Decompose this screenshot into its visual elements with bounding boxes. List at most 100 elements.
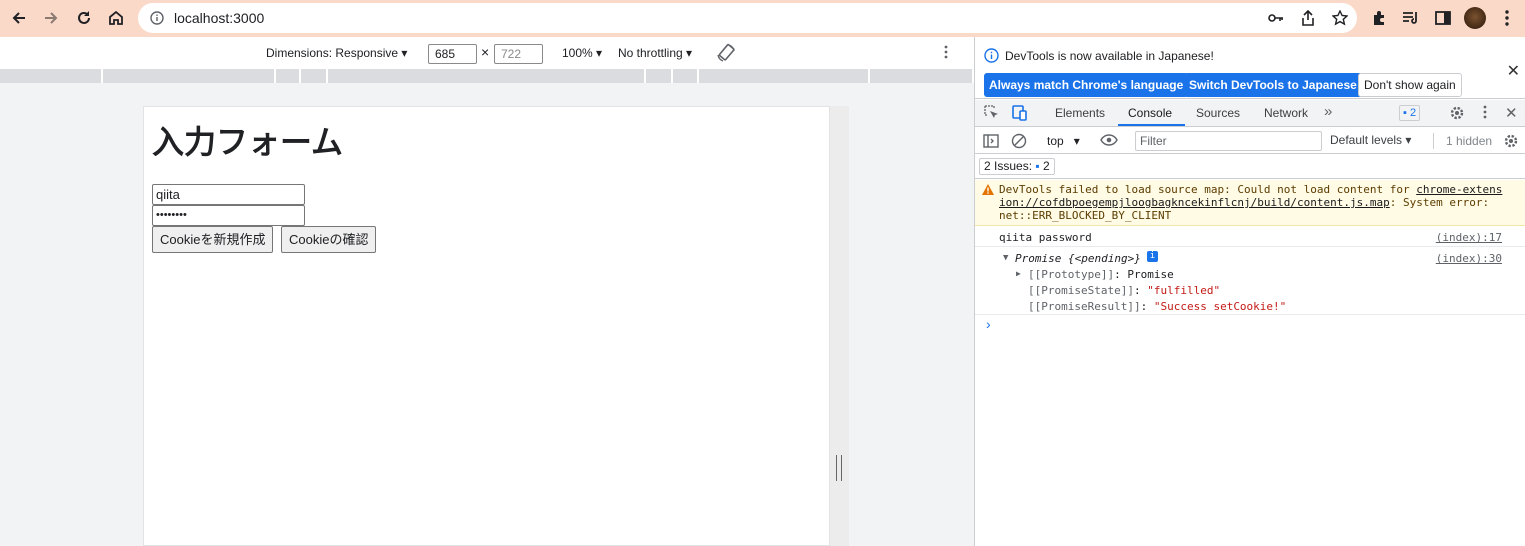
- match-language-button[interactable]: Always match Chrome's language: [984, 73, 1189, 97]
- issues-label: 2 Issues:: [984, 159, 1033, 173]
- reload-button[interactable]: [68, 2, 100, 34]
- dropdown-arrow-icon: ▾: [1073, 134, 1080, 148]
- inspect-element-icon[interactable]: [984, 105, 1000, 124]
- issues-badge[interactable]: ▪ 2: [1399, 105, 1421, 121]
- dimensions-label: Dimensions: Responsive: [266, 46, 399, 60]
- close-devtools-icon[interactable]: ✕: [1505, 104, 1518, 122]
- key-icon[interactable]: [1265, 8, 1287, 28]
- media-query-segment[interactable]: [299, 69, 301, 83]
- source-map-link-continued[interactable]: ion://cofdbpoegempjloogbagkncekinflcnj/b…: [999, 196, 1390, 209]
- promise-label[interactable]: Promise {<pending>}: [1015, 252, 1141, 265]
- forward-button[interactable]: [35, 2, 67, 34]
- url-text: localhost:3000: [174, 10, 265, 26]
- username-input[interactable]: qiita: [152, 184, 305, 205]
- resize-handle[interactable]: [836, 455, 842, 481]
- more-tabs-icon[interactable]: »: [1324, 103, 1332, 120]
- media-query-segment[interactable]: [274, 69, 276, 83]
- tab-elements[interactable]: Elements: [1055, 106, 1105, 120]
- device-toggle-icon[interactable]: [1010, 105, 1028, 124]
- device-more-icon[interactable]: [944, 45, 948, 62]
- source-link[interactable]: (index):30: [1436, 252, 1502, 265]
- tab-network[interactable]: Network: [1264, 106, 1308, 120]
- sidebar-toggle-icon[interactable]: [983, 133, 999, 152]
- media-query-segment[interactable]: [671, 69, 673, 83]
- dont-show-again-button[interactable]: Don't show again: [1358, 73, 1462, 97]
- extensions-icon[interactable]: [1367, 4, 1391, 32]
- info-icon[interactable]: [150, 11, 164, 25]
- state-value: "fulfilled": [1147, 284, 1221, 297]
- profile-avatar[interactable]: [1463, 4, 1487, 32]
- device-toolbar: Dimensions: Responsive ▾ 685 × 722 100% …: [0, 40, 975, 68]
- back-button[interactable]: [3, 2, 35, 34]
- browser-toolbar: localhost:3000: [0, 0, 1525, 37]
- warning-triangle-icon: [982, 184, 994, 198]
- media-query-segment[interactable]: [101, 69, 103, 83]
- back-arrow-icon: [12, 12, 25, 24]
- close-icon[interactable]: ✕: [1507, 61, 1520, 81]
- settings-gear-icon[interactable]: [1449, 105, 1465, 124]
- create-cookie-button[interactable]: Cookieを新規作成: [152, 226, 274, 253]
- tab-console[interactable]: Console: [1128, 106, 1172, 120]
- source-link[interactable]: (index):17: [1436, 231, 1502, 244]
- media-query-bar[interactable]: [0, 69, 972, 83]
- media-control-icon[interactable]: [1399, 4, 1423, 32]
- password-input[interactable]: ••••••••: [152, 205, 305, 226]
- media-query-segment[interactable]: [326, 69, 328, 83]
- devtools-menu-icon[interactable]: [1483, 105, 1487, 122]
- promise-result-row: [[PromiseResult]]: "Success setCookie!": [1028, 300, 1287, 313]
- expand-triangle-icon[interactable]: ▼: [1003, 253, 1008, 263]
- log-levels-dropdown[interactable]: Default levels ▾: [1330, 133, 1411, 147]
- switch-language-button[interactable]: Switch DevTools to Japanese: [1184, 73, 1362, 97]
- tab-sources[interactable]: Sources: [1196, 106, 1240, 120]
- share-icon[interactable]: [1297, 8, 1319, 28]
- chrome-menu-icon[interactable]: [1495, 4, 1519, 32]
- console-filter-input[interactable]: Filter: [1135, 131, 1322, 151]
- address-bar[interactable]: localhost:3000: [138, 3, 1357, 33]
- toolbar-divider: [1433, 133, 1434, 149]
- rotate-icon[interactable]: [716, 43, 736, 66]
- log-levels-label: Default levels: [1330, 133, 1403, 147]
- result-key: [[PromiseResult]]: [1028, 300, 1141, 313]
- context-label: top: [1047, 134, 1064, 148]
- media-query-segment[interactable]: [697, 69, 699, 83]
- dropdown-arrow-icon: ▾: [596, 46, 603, 60]
- console-log-row: qiita password (index):17: [975, 227, 1525, 247]
- width-input[interactable]: 685: [428, 44, 477, 64]
- console-prompt-chevron-icon[interactable]: ›: [986, 316, 991, 332]
- warning-suffix: : System error:: [1389, 196, 1490, 209]
- info-icon: i: [1147, 251, 1158, 262]
- clear-console-icon[interactable]: [1011, 133, 1027, 152]
- message-icon: ▪: [1403, 107, 1407, 119]
- dimensions-dropdown[interactable]: Dimensions: Responsive ▾: [266, 46, 407, 60]
- emulated-page: 入力フォーム qiita •••••••• Cookieを新規作成 Cookie…: [143, 106, 830, 546]
- warning-text: DevTools failed to load source map: Coul…: [999, 183, 1417, 196]
- page-title: 入力フォーム: [152, 123, 344, 161]
- throttling-dropdown[interactable]: No throttling ▾: [618, 46, 692, 60]
- state-key: [[PromiseState]]: [1028, 284, 1134, 297]
- collapse-triangle-icon[interactable]: ▶: [1016, 269, 1021, 278]
- home-button[interactable]: [100, 2, 132, 34]
- issues-link[interactable]: 2 Issues: ▪ 2: [979, 158, 1055, 175]
- promise-state-row: [[PromiseState]]: "fulfilled": [1028, 284, 1221, 297]
- warning-error-code: net::ERR_BLOCKED_BY_CLIENT: [999, 209, 1172, 222]
- source-map-link[interactable]: chrome-extens: [1416, 183, 1502, 196]
- bookmark-star-icon[interactable]: [1329, 8, 1351, 28]
- side-panel-icon[interactable]: [1431, 4, 1455, 32]
- info-icon: [984, 48, 999, 66]
- zoom-dropdown[interactable]: 100% ▾: [562, 46, 602, 60]
- prototype-row: [[Prototype]]: Promise: [1028, 268, 1174, 281]
- devtools-panel: DevTools is now available in Japanese! A…: [974, 37, 1525, 546]
- height-input[interactable]: 722: [494, 44, 543, 64]
- infobar-message: DevTools is now available in Japanese!: [1005, 49, 1214, 63]
- context-selector[interactable]: top ▾: [1047, 134, 1080, 148]
- media-query-segment[interactable]: [868, 69, 870, 83]
- zoom-label: 100%: [562, 46, 593, 60]
- hidden-messages-count: 1 hidden: [1446, 134, 1493, 148]
- console-log-row: ▼ Promise {<pending>} i (index):30 ▶ [[P…: [975, 248, 1525, 315]
- console-settings-gear-icon[interactable]: [1503, 133, 1519, 152]
- check-cookie-button[interactable]: Cookieの確認: [281, 226, 377, 253]
- devtools-tabbar: Elements Console Sources Network » ▪ 2 ✕: [975, 100, 1525, 127]
- media-query-segment[interactable]: [644, 69, 646, 83]
- dropdown-arrow-icon: ▾: [686, 46, 693, 60]
- live-expression-eye-icon[interactable]: [1100, 134, 1118, 149]
